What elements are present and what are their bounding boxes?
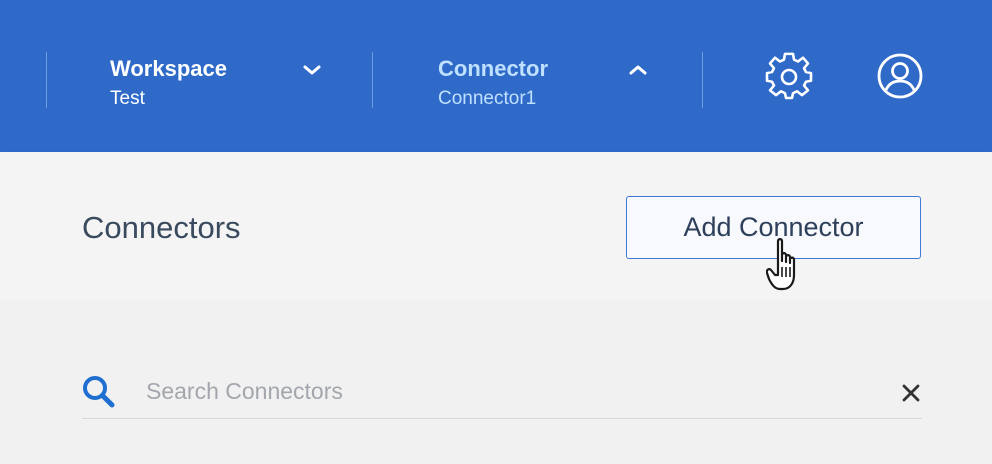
search-icon [83,376,115,408]
cloud-manager-screen: Workspace Test Connector Connector1 Conn… [0,0,992,464]
workspace-selector[interactable]: Workspace Test [110,56,330,112]
connectors-panel: Connectors Add Connector [0,152,992,300]
workspace-value: Test [110,88,145,109]
panel-title: Connectors [82,210,241,245]
search-area [0,300,992,464]
header-divider [702,52,703,108]
connector-value: Connector1 [438,88,537,109]
search-underline [82,418,922,419]
hand-cursor-icon [766,238,796,291]
gear-icon[interactable] [764,52,814,102]
chevron-up-icon[interactable] [626,58,650,82]
header-divider [46,52,47,108]
user-icon[interactable] [876,52,924,100]
header-divider [372,52,373,108]
workspace-label: Workspace [110,56,227,81]
search-input[interactable] [146,374,846,408]
chevron-down-icon[interactable] [300,58,324,82]
top-bar: Workspace Test Connector Connector1 [0,0,992,152]
close-icon[interactable] [900,382,922,404]
connector-label: Connector [438,56,548,81]
connector-selector[interactable]: Connector Connector1 [438,56,658,112]
